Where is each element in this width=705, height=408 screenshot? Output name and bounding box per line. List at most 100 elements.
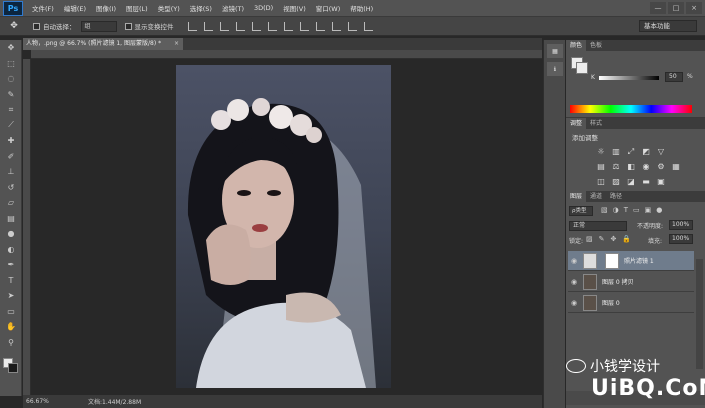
show-transform-checkbox[interactable]: 显示变换控件 xyxy=(124,21,174,31)
background-color[interactable] xyxy=(8,363,18,373)
visibility-eye-icon[interactable]: ◉ xyxy=(568,299,580,307)
lock-position-icon[interactable]: ✥ xyxy=(611,235,617,243)
distribute-right-icon[interactable] xyxy=(363,21,373,31)
menu-select[interactable]: 选择(S) xyxy=(185,3,217,13)
lasso-tool-icon[interactable]: ◌ xyxy=(0,71,22,87)
color-lookup-icon[interactable]: ▦ xyxy=(671,162,681,171)
layer-filter-select[interactable]: ρ类型 xyxy=(569,206,593,216)
gradient-map-icon[interactable]: ▬ xyxy=(641,177,651,186)
properties-panel-icon[interactable]: ℹ xyxy=(547,62,563,76)
menu-type[interactable]: 类型(Y) xyxy=(153,3,185,13)
blend-mode-select[interactable]: 正常 xyxy=(569,221,627,231)
photo-filter-icon[interactable]: ◉ xyxy=(641,162,651,171)
tab-styles[interactable]: 样式 xyxy=(586,118,606,129)
zoom-level[interactable]: 66.67% xyxy=(26,398,62,405)
k-slider[interactable] xyxy=(599,76,659,80)
clone-stamp-tool-icon[interactable]: ⊥ xyxy=(0,164,22,180)
brightness-contrast-icon[interactable]: ☼ xyxy=(596,147,606,156)
canvas-area[interactable] xyxy=(31,59,542,394)
layer-mask-thumbnail[interactable] xyxy=(605,252,619,269)
blur-tool-icon[interactable]: ● xyxy=(0,226,22,242)
hue-saturation-icon[interactable]: ▤ xyxy=(596,162,606,171)
menu-file[interactable]: 文件(F) xyxy=(27,3,59,13)
vibrance-icon[interactable]: ▽ xyxy=(656,147,666,156)
black-white-icon[interactable]: ◧ xyxy=(626,162,636,171)
opacity-input[interactable]: 100% xyxy=(669,220,693,230)
move-tool[interactable]: ✥ xyxy=(0,40,22,56)
menu-layer[interactable]: 图层(L) xyxy=(121,3,153,13)
menu-3d[interactable]: 3D(D) xyxy=(249,4,278,12)
tab-paths[interactable]: 路径 xyxy=(606,191,626,202)
menu-help[interactable]: 帮助(H) xyxy=(345,3,378,13)
dodge-tool-icon[interactable]: ◐ xyxy=(0,242,22,258)
curves-icon[interactable]: ⤢ xyxy=(626,147,636,156)
tab-color[interactable]: 颜色 xyxy=(566,40,587,51)
eyedropper-tool-icon[interactable]: ⟋ xyxy=(0,118,22,134)
tab-adjustments[interactable]: 调整 xyxy=(566,118,587,129)
levels-icon[interactable]: ▥ xyxy=(611,147,621,156)
close-tab-icon[interactable]: × xyxy=(174,38,179,50)
tab-swatches[interactable]: 色板 xyxy=(586,40,606,51)
layer-row-photo-filter[interactable]: ◉ 照片滤镜 1 xyxy=(568,251,694,271)
crop-tool-icon[interactable]: ⌗ xyxy=(0,102,22,118)
exposure-icon[interactable]: ◩ xyxy=(641,147,651,156)
marquee-tool-icon[interactable]: ⬚ xyxy=(0,56,22,72)
hand-tool-icon[interactable]: ✋ xyxy=(0,319,22,335)
fill-input[interactable]: 100% xyxy=(669,234,693,244)
align-left-icon[interactable] xyxy=(235,21,245,31)
layers-scrollbar[interactable] xyxy=(696,259,703,369)
visibility-eye-icon[interactable]: ◉ xyxy=(568,278,580,286)
k-value-input[interactable]: 50 xyxy=(665,72,683,82)
lock-all-icon[interactable]: 🔒 xyxy=(622,235,631,243)
align-right-icon[interactable] xyxy=(267,21,277,31)
color-spectrum[interactable] xyxy=(570,105,692,113)
move-tool-icon[interactable]: ✥ xyxy=(3,19,25,34)
lock-pixels-icon[interactable]: ✎ xyxy=(599,235,605,243)
menu-view[interactable]: 视图(V) xyxy=(278,3,311,13)
history-brush-tool-icon[interactable]: ↺ xyxy=(0,180,22,196)
layer-row-copy[interactable]: ◉ 图层 0 拷贝 xyxy=(568,272,694,292)
rectangle-tool-icon[interactable]: ▭ xyxy=(0,304,22,320)
panel-background-swatch[interactable] xyxy=(576,62,588,74)
threshold-icon[interactable]: ◪ xyxy=(626,177,636,186)
filter-toggle-icon[interactable]: ● xyxy=(656,206,662,214)
filter-shape-icon[interactable]: ▭ xyxy=(633,206,640,214)
workspace-selector[interactable]: 基本功能 xyxy=(639,20,697,32)
filter-adjustment-icon[interactable]: ◑ xyxy=(613,206,619,214)
menu-image[interactable]: 图像(I) xyxy=(91,3,121,13)
distribute-vcenter-icon[interactable] xyxy=(299,21,309,31)
filter-type-icon[interactable]: T xyxy=(624,206,628,214)
brush-tool-icon[interactable]: ✐ xyxy=(0,149,22,165)
auto-select-target[interactable]: 组 xyxy=(80,20,117,32)
pen-tool-icon[interactable]: ✒ xyxy=(0,257,22,273)
layer-row-base[interactable]: ◉ 图层 0 xyxy=(568,293,694,313)
menu-filter[interactable]: 滤镜(T) xyxy=(217,3,249,13)
distribute-left-icon[interactable] xyxy=(331,21,341,31)
posterize-icon[interactable]: ▨ xyxy=(611,177,621,186)
auto-select-box[interactable] xyxy=(33,22,40,30)
filter-pixel-icon[interactable]: ▧ xyxy=(601,206,608,214)
eraser-tool-icon[interactable]: ▱ xyxy=(0,195,22,211)
tab-channels[interactable]: 通道 xyxy=(586,191,606,202)
selective-color-icon[interactable]: ▣ xyxy=(656,177,666,186)
invert-icon[interactable]: ◫ xyxy=(596,177,606,186)
quick-select-tool-icon[interactable]: ✎ xyxy=(0,87,22,103)
maximize-button[interactable]: □ xyxy=(668,2,684,14)
distribute-hcenter-icon[interactable] xyxy=(347,21,357,31)
tab-layers[interactable]: 图层 xyxy=(566,191,587,202)
gradient-tool-icon[interactable]: ▤ xyxy=(0,211,22,227)
menu-edit[interactable]: 编辑(E) xyxy=(59,3,91,13)
distribute-top-icon[interactable] xyxy=(283,21,293,31)
channel-mixer-icon[interactable]: ⚙ xyxy=(656,162,666,171)
color-balance-icon[interactable]: ⚖ xyxy=(611,162,621,171)
align-bottom-icon[interactable] xyxy=(219,21,229,31)
close-button[interactable]: × xyxy=(686,2,702,14)
menu-window[interactable]: 窗口(W) xyxy=(311,3,346,13)
visibility-eye-icon[interactable]: ◉ xyxy=(568,257,580,265)
align-hcenter-icon[interactable] xyxy=(251,21,261,31)
lock-transparent-icon[interactable]: ▨ xyxy=(586,235,593,243)
distribute-bottom-icon[interactable] xyxy=(315,21,325,31)
document-tab[interactable]: 人物，.png @ 66.7% (照片滤镜 1, 图层蒙版/8) * × xyxy=(23,38,183,50)
filter-smart-icon[interactable]: ▣ xyxy=(645,206,652,214)
healing-brush-tool-icon[interactable]: ✚ xyxy=(0,133,22,149)
